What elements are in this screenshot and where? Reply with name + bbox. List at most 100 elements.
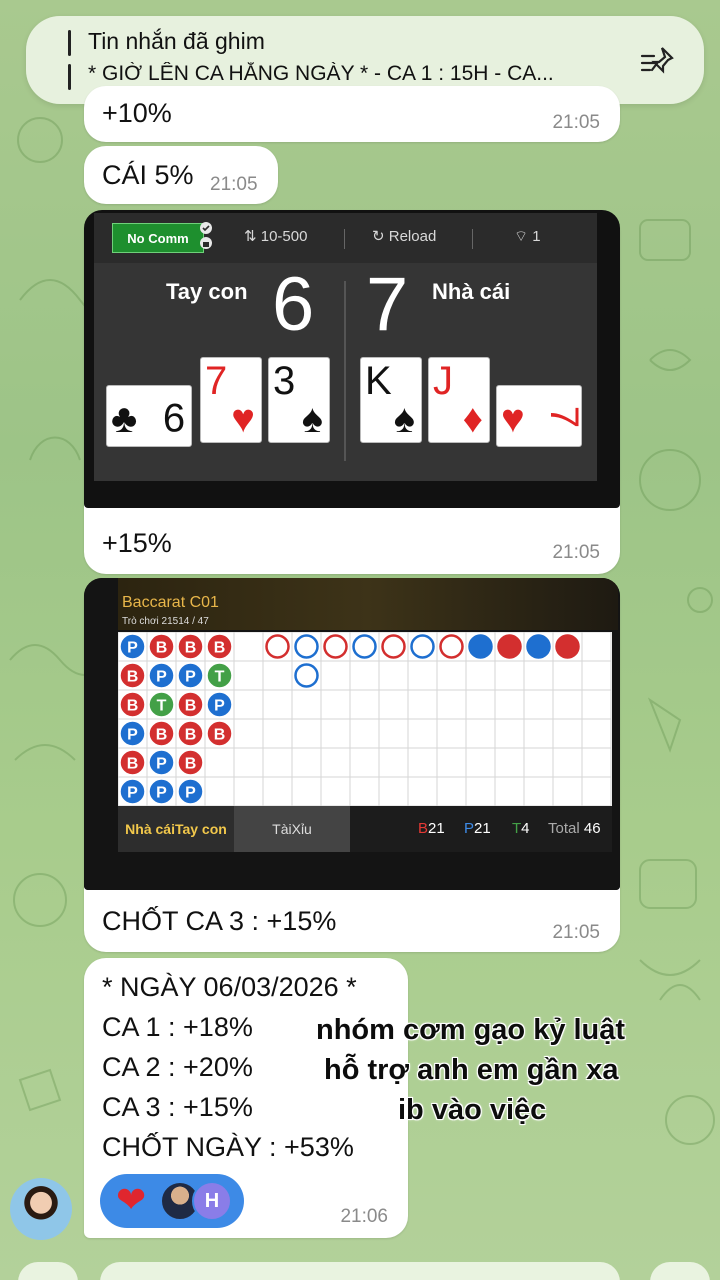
overlay-caption-line-1: nhóm cơm gạo kỷ luật	[316, 1014, 626, 1046]
toolbar-divider	[472, 229, 473, 249]
overlay-caption-line-2: hỗ trợ anh em gần xa	[324, 1054, 619, 1086]
road-footer: Nhà cáiTay con TàiXỉu B21 P21 T4 Total 4…	[118, 806, 612, 852]
big-road-mark	[294, 634, 319, 659]
card-suit: ♠	[301, 397, 323, 441]
card-suit: ♠	[393, 397, 415, 441]
bead-label: P	[214, 698, 225, 715]
tab-taixiu[interactable]: TàiXỉu	[234, 806, 350, 852]
card-table: Tay con 6 7 Nhà cái ♣ 9 7 ♥ 3 ♠ K ♠ J ♦ …	[94, 262, 597, 481]
stat-banker-label: B	[418, 820, 429, 837]
sender-avatar[interactable]	[10, 1178, 72, 1240]
no-comm-label: No Comm	[127, 230, 189, 246]
stat-tie: T4	[512, 820, 530, 837]
card-rank: 9	[162, 395, 185, 439]
message-text: +15%	[102, 528, 172, 558]
stat-total-label: Total	[548, 820, 580, 837]
message-text: CÁI 5%	[102, 160, 194, 190]
stat-total-value: 46	[583, 820, 601, 837]
pinned-list-icon[interactable]	[640, 44, 678, 76]
bead-label: B	[185, 756, 197, 773]
big-road-mark	[439, 634, 464, 659]
road-board: Baccarat C01 Trò chơi 21514 / 47 PBBPBPB…	[84, 578, 620, 890]
summary-line: * NGÀY 06/03/2026 *	[102, 972, 357, 1002]
message-bubble[interactable]: +10% 21:05	[84, 86, 620, 142]
banker-label: Nhà cái	[432, 279, 511, 304]
summary-line: CA 1 : +18%	[102, 1012, 253, 1042]
player-label: Tay con	[166, 279, 248, 304]
big-road-mark	[294, 663, 319, 688]
photo-message-bubble[interactable]: No Comm ⇅ 10-500 ↻ Reload ⌔ 1 Tay con 6 …	[84, 210, 620, 574]
overlay-caption-line-3: ib vào việc	[398, 1094, 547, 1126]
card-suit: ♣	[111, 397, 138, 441]
bead-label: P	[156, 669, 167, 686]
big-road-mark	[323, 634, 348, 659]
attach-button[interactable]	[18, 1262, 78, 1280]
summary-line: CA 2 : +20%	[102, 1052, 253, 1082]
message-time: 21:05	[552, 112, 600, 133]
bead-label: P	[185, 669, 196, 686]
limit-arrows-icon: ⇅	[244, 228, 257, 245]
big-road-mark	[410, 634, 435, 659]
message-bubble[interactable]: CÁI 5% 21:05	[84, 146, 278, 204]
road-grid: PBBPBPBPTBPPBPBBBPBTPB	[118, 632, 612, 806]
score-divider	[344, 281, 346, 461]
big-road-mark	[265, 634, 290, 659]
player-card-3: 3 ♠	[268, 357, 330, 443]
stat-banker-value: 21	[428, 820, 445, 837]
summary-line: CHỐT NGÀY : +53%	[102, 1132, 354, 1162]
bead-label: B	[127, 669, 139, 686]
bead-label: B	[214, 640, 226, 657]
bead-label: P	[156, 756, 167, 773]
message-time: 21:05	[552, 922, 600, 943]
signal-indicator: ⌔ 1	[514, 227, 541, 246]
lock-check-icon	[200, 222, 212, 249]
card-rank: J	[433, 359, 453, 403]
stat-total: Total 46	[548, 820, 601, 837]
reactions-pill[interactable]: ❤ H	[100, 1174, 244, 1228]
card-suit: ♦	[462, 397, 483, 441]
card-rank: 7	[541, 405, 586, 429]
bead-label: B	[156, 727, 168, 744]
bead-label: B	[185, 727, 197, 744]
message-time: 21:05	[552, 542, 600, 563]
no-comm-badge[interactable]: No Comm	[112, 223, 204, 253]
photo-baccarat-road[interactable]: Baccarat C01 Trò chơi 21514 / 47 PBBPBPB…	[84, 578, 620, 890]
photo-message-bubble[interactable]: Baccarat C01 Trò chơi 21514 / 47 PBBPBPB…	[84, 578, 620, 952]
wifi-icon: ⌔	[514, 228, 529, 245]
bead-label: P	[156, 785, 167, 802]
big-road-mark	[381, 634, 406, 659]
banker-card-3: ♥ 7	[496, 385, 586, 447]
bead-label: B	[127, 756, 139, 773]
message-text: CHỐT CA 3 : +15%	[102, 906, 337, 936]
pinned-title: Tin nhắn đã ghim	[88, 28, 265, 54]
stat-tie-value: 4	[521, 820, 530, 837]
banker-card-1: K ♠	[360, 357, 422, 443]
bead-label: P	[185, 785, 196, 802]
photo-card-game[interactable]: No Comm ⇅ 10-500 ↻ Reload ⌔ 1 Tay con 6 …	[84, 210, 620, 508]
heart-icon: ❤	[116, 1179, 147, 1220]
big-road-mark	[497, 634, 522, 659]
stat-player-label: P	[464, 820, 475, 837]
reload-icon: ↻	[372, 228, 385, 245]
bead-label: B	[156, 640, 168, 657]
big-road-mark	[555, 634, 580, 659]
stat-player: P21	[464, 820, 491, 837]
card-suit: ♥	[231, 397, 255, 441]
bead-label: B	[185, 640, 197, 657]
summary-line: CA 3 : +15%	[102, 1092, 253, 1122]
stat-player-value: 21	[474, 820, 491, 837]
big-road-mark	[468, 634, 493, 659]
mic-button[interactable]	[650, 1262, 710, 1280]
toolbar-divider	[344, 229, 345, 249]
banker-card-2: J ♦	[428, 357, 490, 443]
bead-label: B	[214, 727, 226, 744]
bet-limit: ⇅ 10-500	[244, 227, 307, 245]
pinned-indicator-bottom	[68, 64, 71, 90]
composer-bar[interactable]	[100, 1262, 620, 1280]
card-rank: 7	[205, 359, 228, 403]
player-card-1: ♣ 9	[106, 385, 192, 447]
bead-label: P	[127, 640, 138, 657]
tab-banker-player[interactable]: Nhà cáiTay con	[118, 806, 234, 852]
reload-button[interactable]: ↻ Reload	[372, 227, 436, 245]
bead-label: B	[185, 698, 197, 715]
